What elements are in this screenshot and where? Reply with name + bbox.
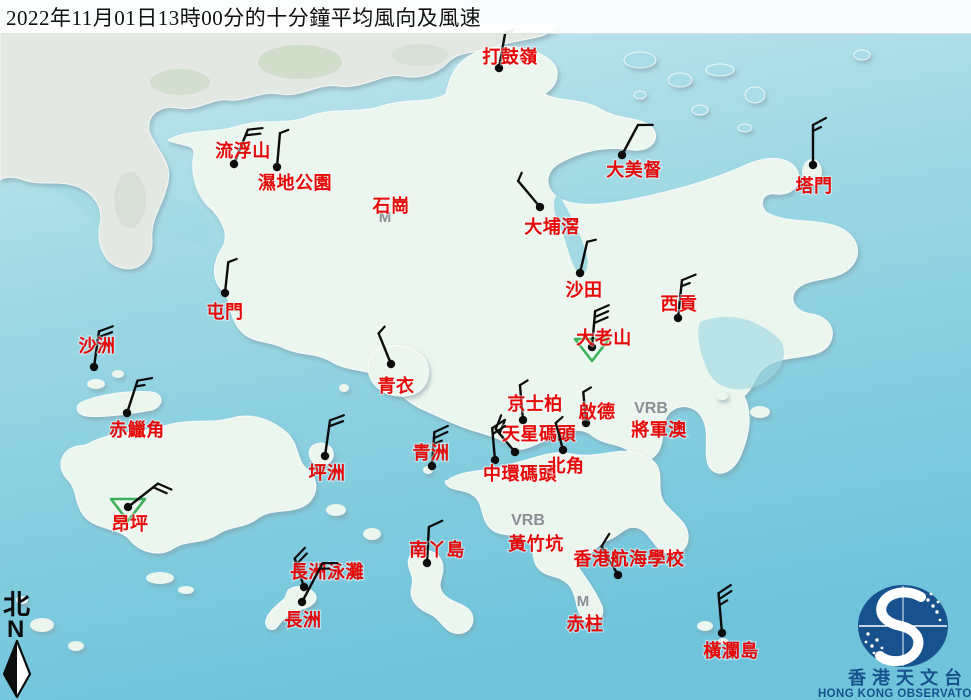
station-label: 打鼓嶺 (482, 46, 538, 67)
map-title: 2022年11月01日13時00分的十分鐘平均風向及風速 (0, 2, 481, 32)
station-label: 坪洲 (309, 463, 346, 483)
station-label: 將軍澳 (631, 419, 687, 440)
station-label: 西貢 (661, 294, 698, 314)
title-bar: 2022年11月01日13時00分的十分鐘平均風向及風速 (0, 0, 971, 34)
station-label: 中環碼頭 (483, 463, 557, 484)
station-label: 流浮山 (215, 140, 271, 161)
station-label: 沙洲 (79, 336, 116, 356)
hko-logo-english: HONG KONG OBSERVATORY (818, 688, 971, 700)
station-label: 大美督 (606, 159, 662, 180)
variable-wind-marker: VRB (634, 400, 668, 417)
station-label: 南丫島 (409, 539, 465, 560)
station-label: 橫瀾島 (703, 640, 759, 661)
station-label: 昂坪 (112, 514, 149, 534)
missing-data-marker: M (577, 593, 590, 610)
station-label: 青衣 (378, 375, 415, 396)
station-label: 赤柱 (567, 613, 604, 634)
station-label: 石崗 (372, 195, 410, 216)
station-label: 大老山 (576, 327, 632, 348)
station-label: 塔門 (796, 175, 833, 196)
variable-wind-marker: VRB (511, 512, 545, 529)
station-label: 大埔滘 (524, 216, 580, 237)
station-label: 香港航海學校 (573, 548, 685, 569)
station-label: 京士柏 (507, 393, 563, 414)
station-label: 沙田 (566, 280, 603, 300)
station-label: 天星碼頭 (502, 424, 576, 444)
station-label: 黃竹坑 (507, 533, 564, 554)
station-label: 青洲 (413, 443, 450, 463)
station-label: 屯門 (207, 301, 244, 322)
wind-map-screenshot: 打鼓嶺流浮山濕地公園 大美督塔門大埔滘 M 石崗沙田屯門 西貢沙洲 大老山青衣赤鱲角坪洲 青… (0, 0, 971, 700)
station-label: 濕地公園 (258, 172, 332, 193)
hko-logo-chinese: 香港天文台 (847, 667, 968, 688)
station-label: 赤鱲角 (109, 419, 165, 440)
hong-kong-basemap: 打鼓嶺流浮山濕地公園 大美督塔門大埔滘 M 石崗沙田屯門 西貢沙洲 大老山青衣赤鱲角坪洲 青… (0, 0, 971, 700)
station-label: 長洲 (285, 610, 322, 630)
station-label: 北角 (548, 455, 585, 476)
north-letter-label: N (7, 616, 24, 643)
station-label: 啟德 (579, 401, 616, 422)
